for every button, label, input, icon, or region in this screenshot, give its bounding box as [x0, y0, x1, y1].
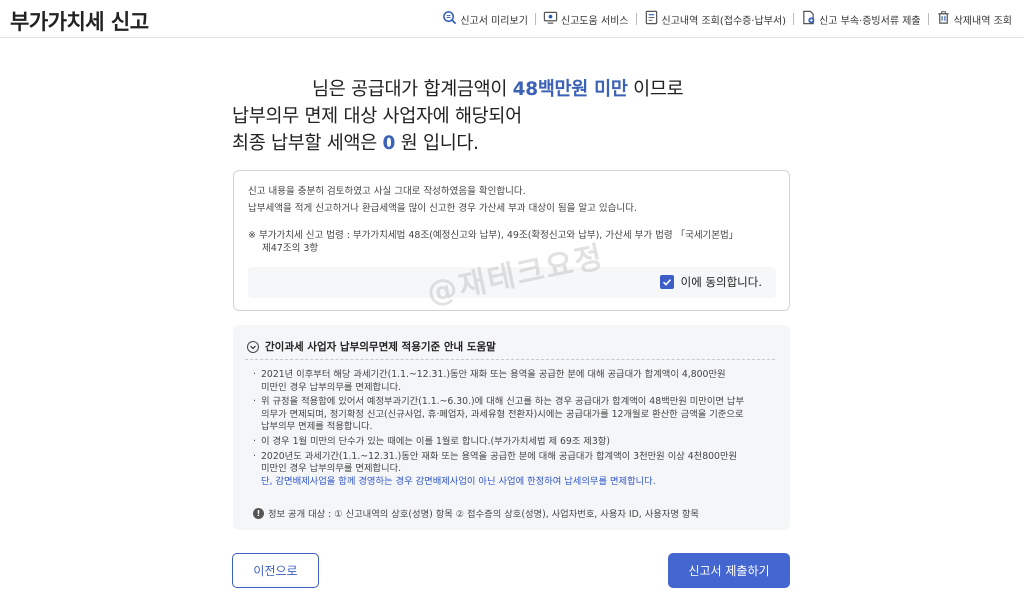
guide-item-4-exception: 단, 감면배제사업을 함께 경영하는 경우 감면배제사업이 아닌 사업에 한정하… — [261, 475, 656, 487]
nav-history-label: 신고내역 조회(접수증·납부서) — [661, 15, 787, 27]
guide-list: 2021년 이후부터 해당 과세기간(1.1.~12.31.)동안 재화 또는 … — [253, 369, 778, 490]
nav-preview[interactable]: 신고서 미리보기 — [442, 10, 528, 28]
result-line-3-pre: 최종 납부할 세액은 — [232, 133, 383, 154]
guide-item-4-line-2: 미만인 경우 납부의무를 면제합니다. — [261, 463, 402, 475]
nav-deleted[interactable]: 삭제내역 조회 — [936, 10, 1012, 28]
guide-item-3-line-1: 이 경우 1월 미만의 단수가 있는 때에는 이를 1월로 합니다.(부가가치세… — [261, 435, 610, 447]
nav-help-service[interactable]: 신고도움 서비스 — [543, 10, 629, 28]
monitor-help-icon — [543, 10, 558, 28]
guide-item-2-line-3: 납부의무 면제를 적용합니다. — [261, 421, 373, 433]
page-title: 부가가치세 신고 — [10, 10, 149, 34]
agree-label[interactable]: 이에 동의합니다. — [681, 274, 762, 290]
guide-item-1-line-1: 2021년 이후부터 해당 과세기간(1.1.~12.31.)동안 재화 또는 … — [261, 369, 726, 380]
magnifier-doc-icon — [442, 10, 457, 28]
result-line-2: 납부의무 면제 대상 사업자에 해당되어 — [232, 106, 522, 127]
guide-divider — [245, 359, 775, 360]
guide-item-1-line-2: 미만인 경우 납부의무를 면제합니다. — [261, 381, 402, 393]
top-nav: 신고서 미리보기 신고도움 서비스 신고내역 조회(접수증·납부서) 신고 부속… — [442, 10, 1012, 28]
nav-submit-docs-label: 신고 부속·증빙서류 제출 — [819, 15, 921, 27]
nav-deleted-label: 삭제내역 조회 — [953, 15, 1012, 27]
guide-item: 이 경우 1월 미만의 단수가 있는 때에는 이를 1월로 합니다.(부가가치세… — [253, 436, 778, 449]
trash-icon — [936, 10, 951, 28]
guide-box: 간이과세 사업자 납부의무면제 적용기준 안내 도움말 2021년 이후부터 해… — [233, 325, 790, 530]
guide-item-4-line-1: 2020년도 과세기간(1.1.~12.31.)동안 재화 또는 용역을 공급한… — [261, 450, 738, 462]
law-reference-1: ※ 부가가치세 신고 법령 : 부가가치세법 48조(예정신고와 납부), 49… — [248, 230, 739, 241]
agree-checkbox[interactable]: 이에 동의합니다. — [659, 274, 762, 290]
nav-preview-label: 신고서 미리보기 — [460, 15, 528, 27]
guide-item-2-line-1: 위 규정을 적용함에 있어서 예정부과기간(1.1.~6.30.)에 대해 신고… — [261, 396, 745, 408]
guide-title: 간이과세 사업자 납부의무면제 적용기준 안내 도움말 — [265, 341, 496, 353]
nav-divider — [793, 13, 795, 25]
collapse-chevron-icon[interactable] — [247, 340, 259, 353]
nav-divider — [534, 13, 536, 25]
guide-item: 2021년 이후부터 해당 과세기간(1.1.~12.31.)동안 재화 또는 … — [253, 369, 778, 394]
disclosure-notice: ! 정보 공개 대상 : ① 신고내역의 상호(성명) 항목 ② 접수증의 상호… — [253, 506, 699, 520]
checkbox-checked-icon[interactable] — [659, 275, 674, 289]
guide-item: 2020년도 과세기간(1.1.~12.31.)동안 재화 또는 용역을 공급한… — [253, 451, 778, 489]
confirmation-text-2: 납부세액을 적게 신고하거나 환급세액을 많이 신고한 경우 가산세 부과 대상… — [248, 203, 637, 214]
header-bar: 부가가치세 신고 신고서 미리보기 신고도움 서비스 신고내역 조회(접수증·납… — [0, 0, 1024, 38]
previous-button[interactable]: 이전으로 — [232, 553, 319, 588]
nav-divider — [927, 13, 929, 25]
nav-submit-docs[interactable]: 신고 부속·증빙서류 제출 — [801, 10, 921, 28]
guide-item-2-line-2: 의무가 면제되며, 정기확정 신고(신규사업, 휴·폐업자, 과세유형 전환자)… — [261, 408, 744, 420]
nav-history[interactable]: 신고내역 조회(접수증·납부서) — [644, 10, 787, 28]
result-line-3-post: 원 입니다. — [395, 133, 479, 154]
result-line-1-post: 이므로 — [627, 79, 684, 100]
disclosure-notice-text: 정보 공개 대상 : ① 신고내역의 상호(성명) 항목 ② 접수증의 상호(성… — [268, 509, 699, 520]
result-message: 님은 공급대가 합계금액이 48백만원 미만 이므로 납부의무 면제 대상 사업… — [232, 76, 684, 157]
document-list-icon — [644, 10, 659, 28]
exclamation-icon: ! — [253, 507, 264, 519]
nav-help-service-label: 신고도움 서비스 — [560, 15, 629, 27]
submit-return-button[interactable]: 신고서 제출하기 — [668, 553, 790, 588]
threshold-highlight: 48백만원 미만 — [512, 79, 628, 100]
tax-amount-value: 0 — [382, 133, 396, 154]
result-line-1-pre: 님은 공급대가 합계금액이 — [312, 79, 513, 100]
confirmation-text: 신고 내용을 충분히 검토하였고 사실 그대로 작성하였음을 확인합니다. 납부… — [248, 183, 637, 217]
result-line-3: 최종 납부할 세액은 0 원 입니다. — [232, 130, 683, 157]
document-upload-icon — [801, 10, 816, 28]
result-line-1: 님은 공급대가 합계금액이 48백만원 미만 이므로 — [232, 76, 684, 103]
nav-divider — [635, 13, 637, 25]
guide-header[interactable]: 간이과세 사업자 납부의무면제 적용기준 안내 도움말 — [247, 339, 496, 354]
guide-item: 위 규정을 적용함에 있어서 예정부과기간(1.1.~6.30.)에 대해 신고… — [253, 396, 778, 434]
confirmation-text-1: 신고 내용을 충분히 검토하였고 사실 그대로 작성하였음을 확인합니다. — [248, 186, 526, 197]
